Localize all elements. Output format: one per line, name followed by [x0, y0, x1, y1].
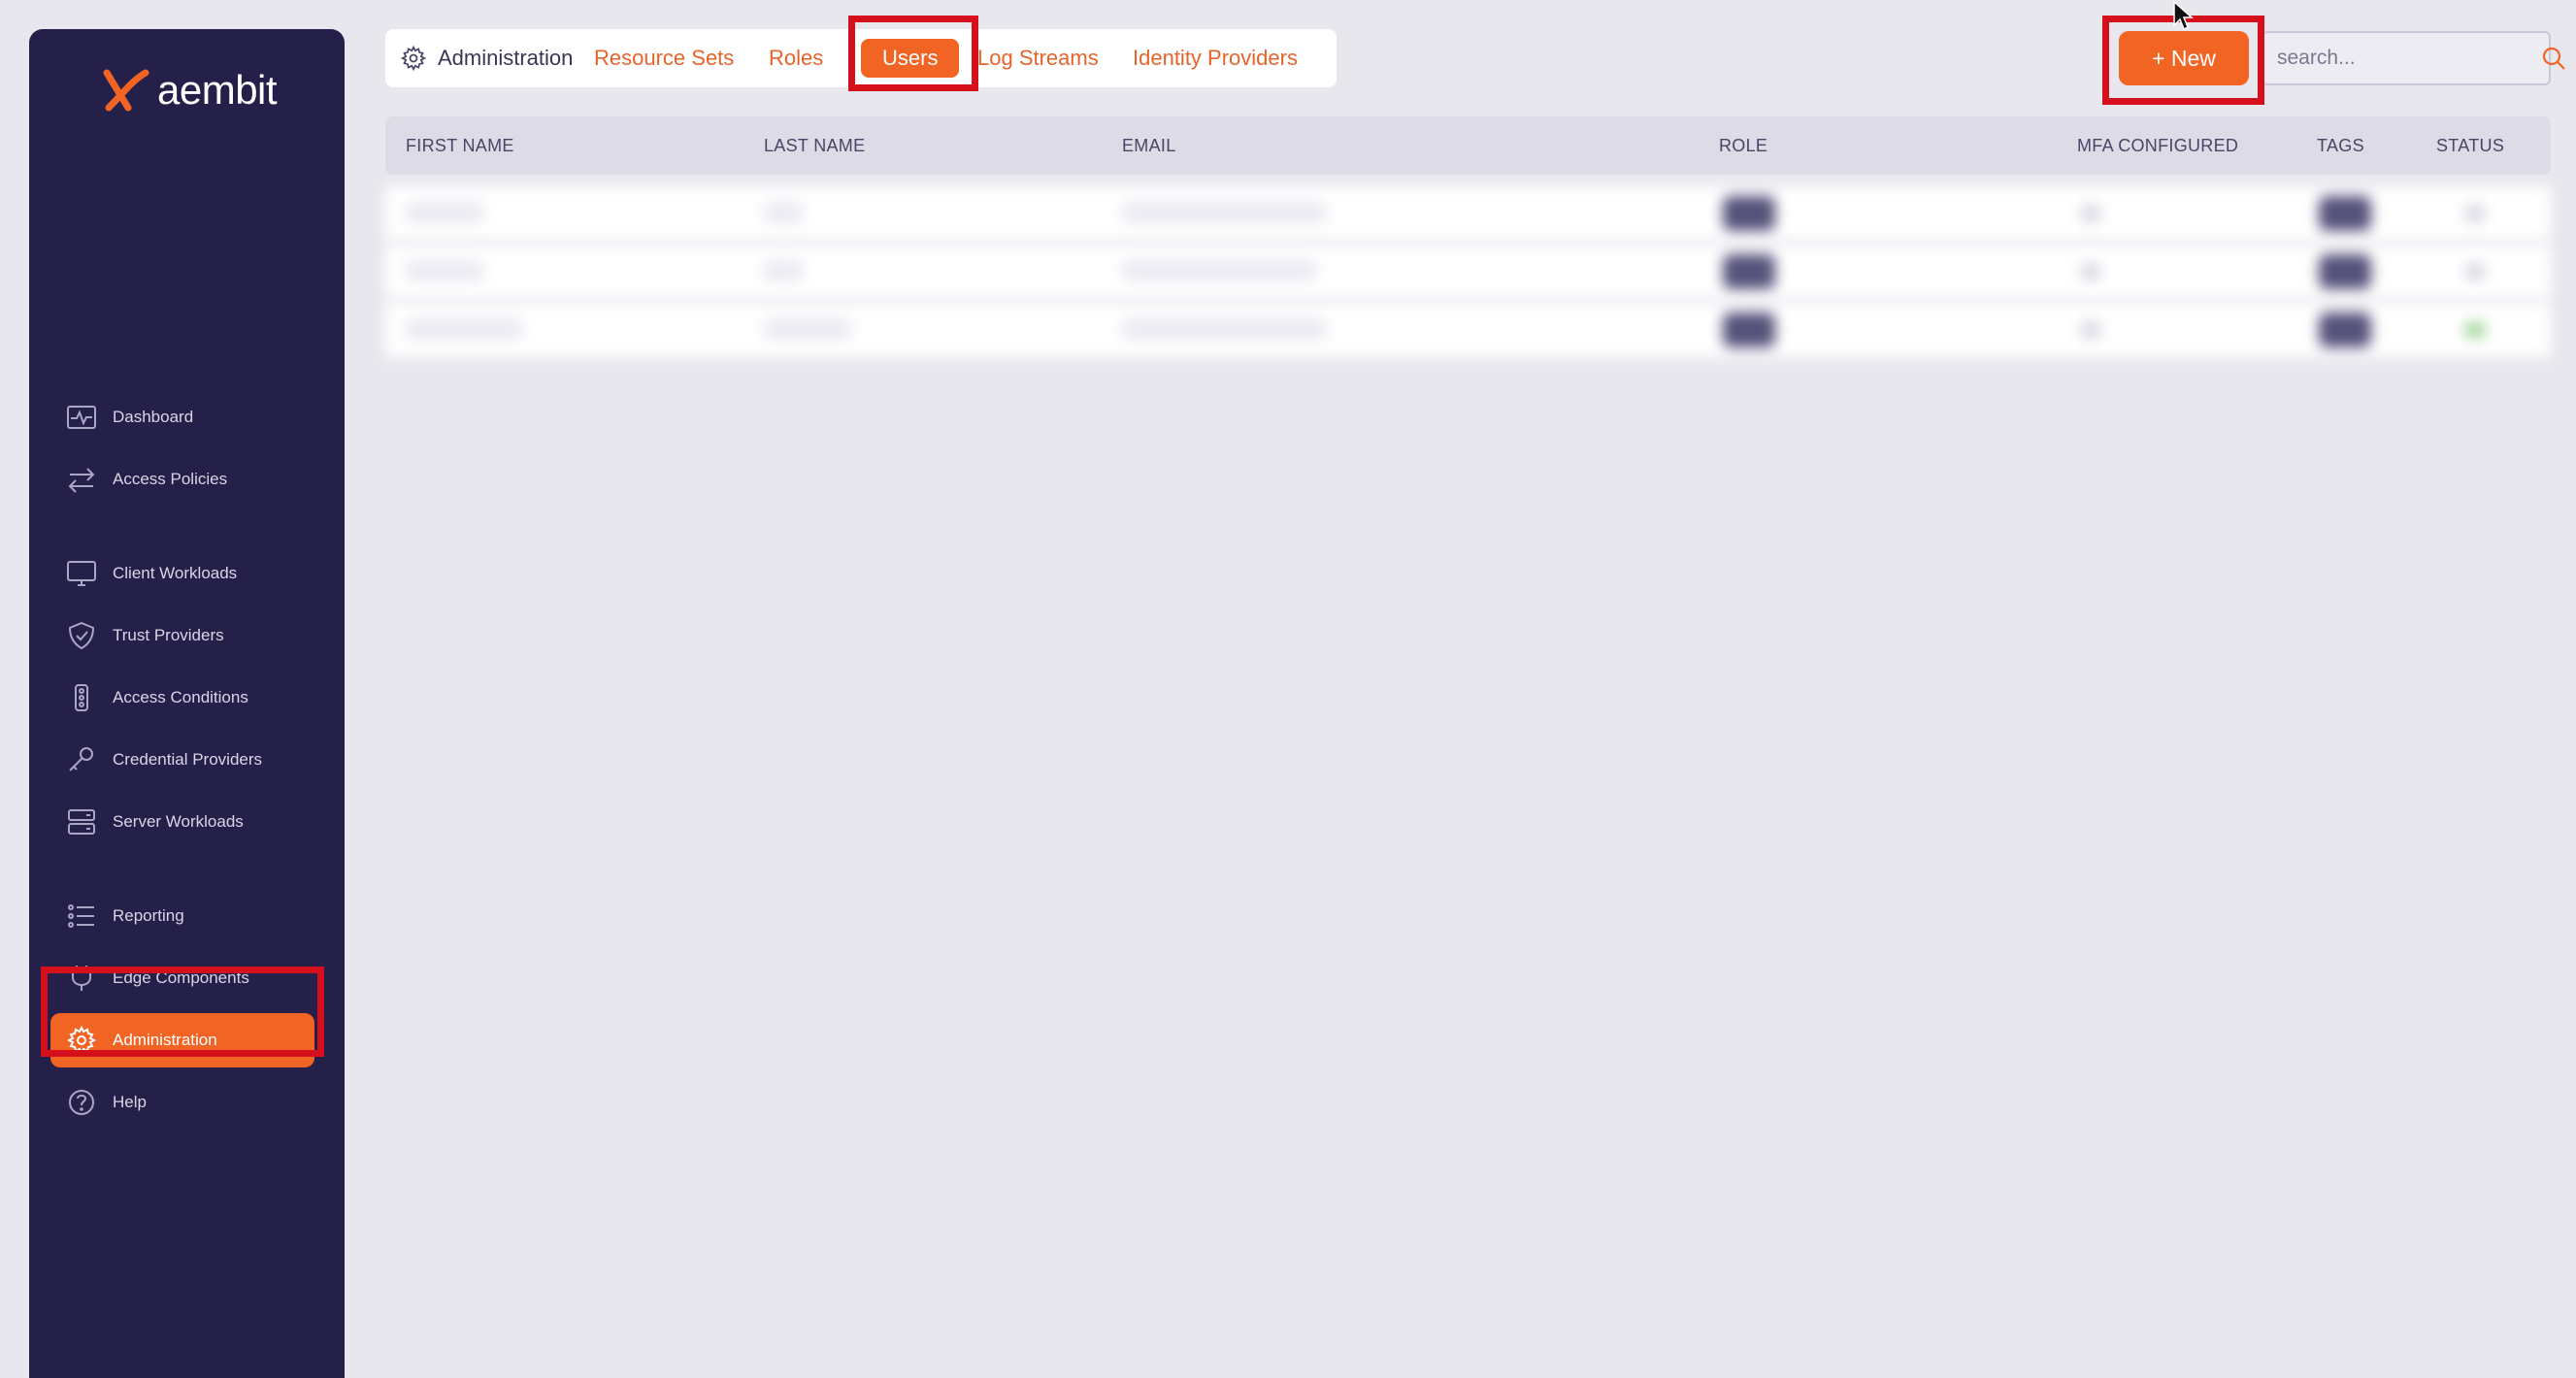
new-button[interactable]: + New — [2119, 31, 2249, 85]
tab-resource-sets[interactable]: Resource Sets — [594, 29, 734, 87]
role-chip — [1723, 196, 1775, 231]
sidebar-item-client-workloads[interactable]: Client Workloads — [50, 546, 314, 601]
tab-users[interactable]: Users — [861, 39, 960, 78]
column-header-last-name[interactable]: LAST NAME — [764, 116, 865, 175]
gear-icon — [66, 1025, 97, 1056]
tag-chip — [2319, 254, 2371, 289]
sidebar-item-label: Administration — [113, 1031, 217, 1049]
breadcrumb-label: Administration — [438, 46, 574, 70]
breadcrumb: Administration — [401, 46, 573, 71]
tab-identity-providers[interactable]: Identity Providers — [1133, 29, 1298, 87]
sidebar-item-access-conditions[interactable]: Access Conditions — [50, 671, 314, 725]
admin-tab-bar: Administration Resource Sets Roles Users… — [385, 29, 1337, 87]
help-circle-icon — [66, 1087, 97, 1118]
arrows-swap-icon — [66, 464, 97, 495]
column-header-mfa-configured[interactable]: MFA CONFIGURED — [2077, 116, 2238, 175]
table-header: FIRST NAME LAST NAME EMAIL ROLE MFA CONF… — [385, 116, 2551, 175]
status-badge — [2465, 206, 2485, 221]
first-name-cell — [406, 260, 483, 281]
sidebar-item-help[interactable]: Help — [50, 1075, 314, 1130]
sidebar-item-label: Server Workloads — [113, 812, 244, 831]
first-name-cell — [406, 202, 483, 223]
last-name-cell — [764, 202, 803, 223]
key-icon — [66, 744, 97, 775]
status-badge — [2465, 264, 2485, 279]
column-header-first-name[interactable]: FIRST NAME — [406, 116, 514, 175]
sidebar-item-administration[interactable]: Administration — [50, 1013, 314, 1067]
first-name-cell — [406, 318, 522, 340]
sidebar-item-label: Client Workloads — [113, 564, 238, 582]
mfa-indicator — [2081, 206, 2100, 221]
email-cell — [1122, 202, 1326, 223]
tag-chip — [2319, 312, 2371, 347]
gear-icon — [401, 46, 426, 71]
email-cell — [1122, 318, 1326, 340]
shield-check-icon — [66, 620, 97, 651]
server-icon — [66, 806, 97, 837]
sidebar-item-reporting[interactable]: Reporting — [50, 889, 314, 943]
last-name-cell — [764, 318, 851, 340]
sidebar-item-edge-components[interactable]: Edge Components — [50, 951, 314, 1005]
sidebar-item-label: Edge Components — [113, 968, 249, 987]
status-badge — [2465, 322, 2485, 338]
column-header-email[interactable]: EMAIL — [1122, 116, 1176, 175]
sidebar: aembit Dashboard Access Policies Client … — [29, 29, 345, 1378]
search-box — [2262, 31, 2565, 85]
activity-icon — [66, 402, 97, 433]
sidebar-item-server-workloads[interactable]: Server Workloads — [50, 795, 314, 849]
sidebar-item-dashboard[interactable]: Dashboard — [50, 390, 314, 444]
sidebar-item-trust-providers[interactable]: Trust Providers — [50, 608, 314, 663]
sidebar-item-label: Help — [113, 1093, 147, 1111]
email-cell — [1122, 260, 1316, 281]
sidebar-item-label: Access Policies — [113, 470, 228, 488]
mfa-indicator — [2081, 264, 2100, 279]
monitor-icon — [66, 558, 97, 589]
search-icon[interactable] — [2540, 45, 2567, 72]
mouse-cursor-icon — [2173, 0, 2194, 31]
list-icon — [66, 901, 97, 932]
sidebar-item-label: Dashboard — [113, 408, 194, 426]
sidebar-item-label: Reporting — [113, 906, 184, 925]
search-input[interactable] — [2263, 47, 2540, 70]
sidebar-item-label: Trust Providers — [113, 626, 224, 644]
role-chip — [1723, 312, 1775, 347]
sidebar-item-credential-providers[interactable]: Credential Providers — [50, 733, 314, 787]
tab-roles[interactable]: Roles — [769, 29, 823, 87]
tab-log-streams[interactable]: Log Streams — [977, 29, 1099, 87]
column-header-status[interactable]: STATUS — [2436, 116, 2504, 175]
aembit-logo-mark-icon — [103, 69, 149, 112]
last-name-cell — [764, 260, 803, 281]
sidebar-item-label: Access Conditions — [113, 688, 248, 706]
table-row[interactable] — [385, 186, 2551, 241]
column-header-role[interactable]: ROLE — [1719, 116, 1767, 175]
logo-text: aembit — [157, 67, 278, 113]
plug-icon — [66, 963, 97, 994]
aembit-logo[interactable]: aembit — [103, 56, 278, 124]
column-header-tags[interactable]: TAGS — [2317, 116, 2364, 175]
sidebar-item-label: Credential Providers — [113, 750, 263, 769]
table-row[interactable] — [385, 245, 2551, 299]
sidebar-item-access-policies[interactable]: Access Policies — [50, 452, 314, 507]
tag-chip — [2319, 196, 2371, 231]
mfa-indicator — [2081, 322, 2100, 338]
traffic-light-icon — [66, 682, 97, 713]
role-chip — [1723, 254, 1775, 289]
table-row[interactable] — [385, 303, 2551, 357]
